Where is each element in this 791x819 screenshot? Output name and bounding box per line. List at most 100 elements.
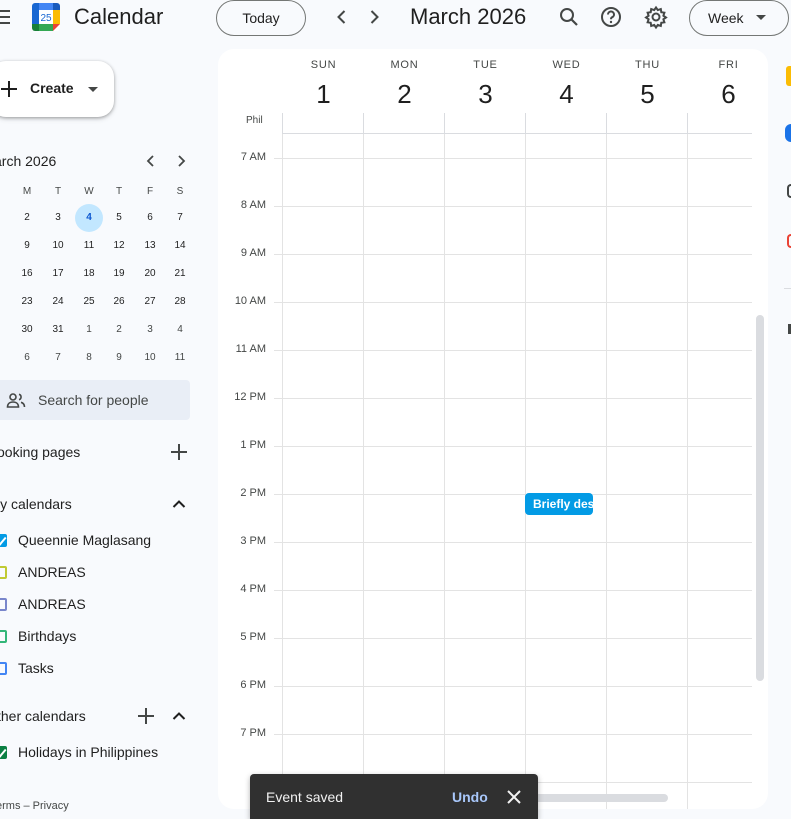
calendar-checkbox[interactable] [0,662,7,675]
day-header[interactable]: MON 2 [364,59,445,109]
day-number[interactable]: 5 [607,79,688,109]
mini-day[interactable]: 16 [13,260,41,288]
mini-day[interactable] [0,232,9,260]
main-menu-icon[interactable] [0,8,10,26]
mini-day[interactable]: 24 [44,288,72,316]
create-button[interactable]: Create [0,61,114,117]
mini-day[interactable]: 10 [44,232,72,260]
search-people-input[interactable]: Search for people [0,380,190,420]
mini-day[interactable]: 7 [44,344,72,372]
chevron-up-icon[interactable] [171,708,187,724]
time-grid[interactable]: 87 PM6 PM5 PM4 PM3 PM2 PM1 PM12 PM11 AM1… [218,134,768,809]
chevron-up-icon[interactable] [171,496,187,512]
contacts-icon[interactable] [787,184,791,198]
mini-day[interactable]: 12 [105,232,133,260]
today-button[interactable]: Today [216,0,306,36]
mini-day[interactable]: 26 [105,288,133,316]
hour-label: 6 PM [240,679,266,691]
next-week-icon[interactable] [363,6,385,28]
other-calendars-title[interactable]: ther calendars [0,708,86,724]
event-chip[interactable]: Briefly describe [525,493,593,515]
booking-pages-title[interactable]: ooking pages [0,444,80,460]
mini-day[interactable] [0,344,9,372]
tasks-icon[interactable] [785,124,791,142]
mini-day[interactable]: 30 [13,316,41,344]
vertical-scrollbar[interactable] [756,315,764,681]
create-label: Create [30,80,74,96]
mini-day[interactable]: 11 [166,344,194,372]
hour-gridline [282,734,752,735]
mini-day[interactable]: 11 [75,232,103,260]
mini-day[interactable]: 10 [136,344,164,372]
mini-day[interactable]: 8 [75,344,103,372]
day-header[interactable]: WED 4 [526,59,607,109]
day-number[interactable]: 3 [445,79,526,109]
day-header[interactable]: THU 5 [607,59,688,109]
mini-next-month-icon[interactable] [172,152,190,170]
day-header[interactable]: SUN 1 [283,59,364,109]
mini-day[interactable]: 17 [44,260,72,288]
day-number[interactable]: 4 [526,79,607,109]
day-number[interactable]: 2 [364,79,445,109]
day-column-divider [606,134,607,809]
mini-day[interactable]: 6 [136,204,164,232]
undo-button[interactable]: Undo [452,789,488,805]
keep-icon[interactable] [786,66,791,86]
mini-day[interactable]: 18 [75,260,103,288]
add-booking-page-icon[interactable] [170,443,188,461]
my-calendars-title[interactable]: ly calendars [0,496,72,512]
day-header[interactable]: FRI 6 [688,59,768,109]
column-divider [282,113,283,133]
mini-day[interactable]: 27 [136,288,164,316]
maps-icon[interactable] [787,234,791,248]
caret-down-icon[interactable] [88,87,98,92]
mini-day[interactable]: 5 [0,260,9,288]
mini-day[interactable]: 31 [44,316,72,344]
calendar-checkbox[interactable] [0,746,7,759]
hour-gridline [282,590,752,591]
day-column-divider [687,134,688,809]
footer-links[interactable]: erms – Privacy [0,800,69,812]
mini-day[interactable]: 2 [0,288,9,316]
mini-prev-month-icon[interactable] [142,152,160,170]
settings-icon[interactable] [643,4,669,30]
help-icon[interactable] [598,4,624,30]
mini-day[interactable]: 5 [105,204,133,232]
mini-day[interactable]: 14 [166,232,194,260]
mini-day-today[interactable]: 4 [75,204,103,232]
prev-week-icon[interactable] [331,6,353,28]
mini-day[interactable]: 3 [136,316,164,344]
mini-day[interactable]: 2 [105,316,133,344]
mini-week-row: 9 10 11 12 13 14 [0,232,193,260]
mini-day[interactable]: 2 [13,204,41,232]
mini-day[interactable]: 23 [13,288,41,316]
mini-day[interactable]: 21 [166,260,194,288]
calendar-checkbox[interactable] [0,534,7,547]
view-switcher-button[interactable]: Week [689,0,789,36]
day-number[interactable]: 1 [283,79,364,109]
mini-day[interactable]: 28 [166,288,194,316]
mini-day[interactable]: 9 [13,232,41,260]
mini-day[interactable]: 1 [75,316,103,344]
calendar-checkbox[interactable] [0,598,7,611]
day-header[interactable]: TUE 3 [445,59,526,109]
day-of-week: WED [552,59,581,71]
mini-day[interactable]: 19 [105,260,133,288]
day-number[interactable]: 6 [688,79,768,109]
mini-day[interactable] [0,204,9,232]
add-other-calendar-icon[interactable] [137,707,155,725]
mini-day[interactable]: 9 [105,344,133,372]
calendar-checkbox[interactable] [0,630,7,643]
search-icon[interactable] [556,4,582,30]
mini-day[interactable]: 6 [13,344,41,372]
mini-day[interactable]: 9 [0,316,9,344]
mini-day[interactable]: 7 [166,204,194,232]
close-icon[interactable] [505,788,523,806]
mini-day[interactable]: 13 [136,232,164,260]
mini-day[interactable]: 20 [136,260,164,288]
mini-day[interactable]: 4 [166,316,194,344]
view-label: Week [708,10,744,26]
calendar-checkbox[interactable] [0,566,7,579]
mini-day[interactable]: 3 [44,204,72,232]
mini-day[interactable]: 25 [75,288,103,316]
